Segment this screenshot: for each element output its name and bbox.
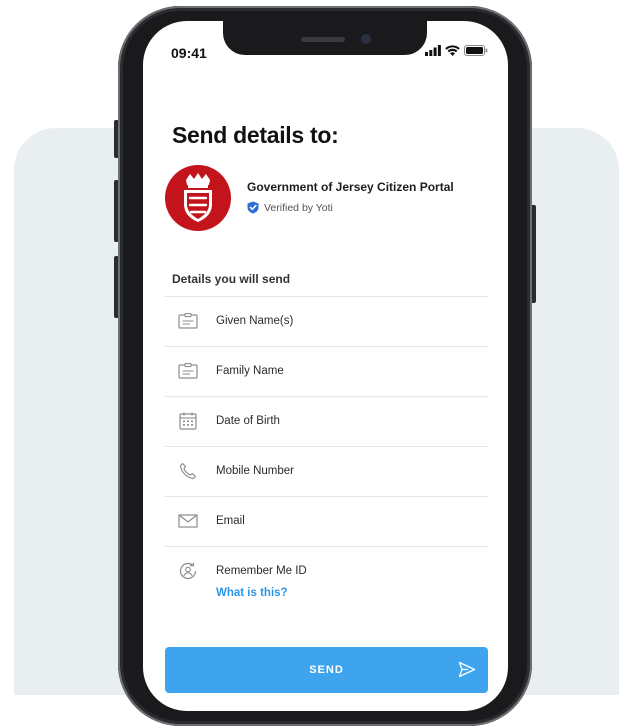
page-title: Send details to: [172,122,339,148]
user-refresh-icon [177,561,199,581]
detail-row-remember-me-id: Remember Me ID What is this? [165,547,488,617]
what-is-this-link[interactable]: What is this? [216,587,288,599]
detail-label: Date of Birth [216,415,280,427]
verified-label: Verified by Yoti [264,201,333,214]
phone-icon [177,461,199,481]
coat-of-arms-icon [184,173,212,222]
details-list: Given Name(s) Family Name Date of Birth … [165,297,488,617]
detail-row-family-name: Family Name [165,347,488,397]
status-icons [425,45,488,56]
verified-badge: Verified by Yoti [247,201,333,214]
detail-row-email: Email [165,497,488,547]
id-card-icon [177,361,199,381]
send-button[interactable]: SEND [165,647,488,693]
paper-plane-icon [458,661,476,678]
send-button-label: SEND [309,664,344,676]
calendar-icon [177,411,199,431]
detail-label: Given Name(s) [216,315,294,327]
organisation-logo [165,165,231,231]
battery-icon [464,45,488,56]
wifi-icon [445,45,460,56]
detail-label: Mobile Number [216,465,294,477]
details-section-label: Details you will send [172,272,291,286]
detail-row-given-name: Given Name(s) [165,297,488,347]
status-time: 09:41 [171,45,207,61]
detail-row-date-of-birth: Date of Birth [165,397,488,447]
phone-notch [223,21,427,55]
detail-row-mobile-number: Mobile Number [165,447,488,497]
detail-label: Family Name [216,365,284,377]
front-camera [361,34,371,44]
signal-icon [425,45,441,56]
shield-check-icon [247,201,259,214]
id-card-icon [177,311,199,331]
envelope-icon [177,511,199,531]
detail-label: Remember Me ID [216,565,307,577]
detail-label: Email [216,515,245,527]
speaker-grille [301,37,345,42]
phone-screen: 09:41 Send details to: Government of Jer… [143,21,508,711]
organisation-name: Government of Jersey Citizen Portal [247,180,454,194]
